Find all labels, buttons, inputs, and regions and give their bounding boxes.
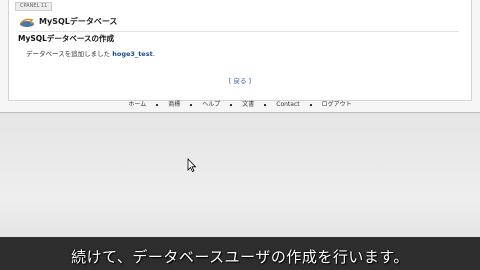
footer-link-home[interactable]: ホーム xyxy=(128,101,146,108)
status-message: データベースを追加しました hoge3_test. xyxy=(26,49,155,59)
web-page: CPANEL 11 MySQLデータベース MySQLデータベースの作成 データ… xyxy=(0,0,480,113)
separator-dot xyxy=(309,103,312,106)
footer-link-help[interactable]: ヘルプ xyxy=(202,101,220,108)
separator-dot xyxy=(230,103,233,106)
subtitle-text: 続けて、データベースユーザの作成を行います。 xyxy=(71,248,409,266)
separator-dot xyxy=(156,103,159,106)
app-title: MySQLデータベース xyxy=(39,17,118,26)
back-link[interactable]: [ 戻る ] xyxy=(229,77,251,85)
message-text: データベースを追加しました xyxy=(26,50,111,58)
message-suffix: . xyxy=(152,50,155,58)
content-frame: CPANEL 11 MySQLデータベース MySQLデータベースの作成 データ… xyxy=(8,0,472,101)
footer-link-trademark[interactable]: 商標 xyxy=(168,101,180,108)
separator-dot xyxy=(190,103,193,106)
footer-link-docs[interactable]: 文書 xyxy=(242,101,254,108)
footer-link-contact[interactable]: Contact xyxy=(276,101,299,108)
footer-nav: ホーム 商標 ヘルプ 文書 Contact ログアウト xyxy=(0,100,480,110)
database-name: hoge3_test xyxy=(112,50,153,58)
breadcrumb: CPANEL 11 xyxy=(15,2,53,11)
mouse-cursor-icon xyxy=(187,158,197,172)
footer-link-logout[interactable]: ログアウト xyxy=(322,101,352,108)
section-title: MySQLデータベースの作成 xyxy=(18,34,115,43)
divider xyxy=(19,31,459,32)
separator-dot xyxy=(264,103,267,106)
mysql-app-icon xyxy=(20,18,34,27)
back-link-row: [ 戻る ] xyxy=(9,76,471,86)
